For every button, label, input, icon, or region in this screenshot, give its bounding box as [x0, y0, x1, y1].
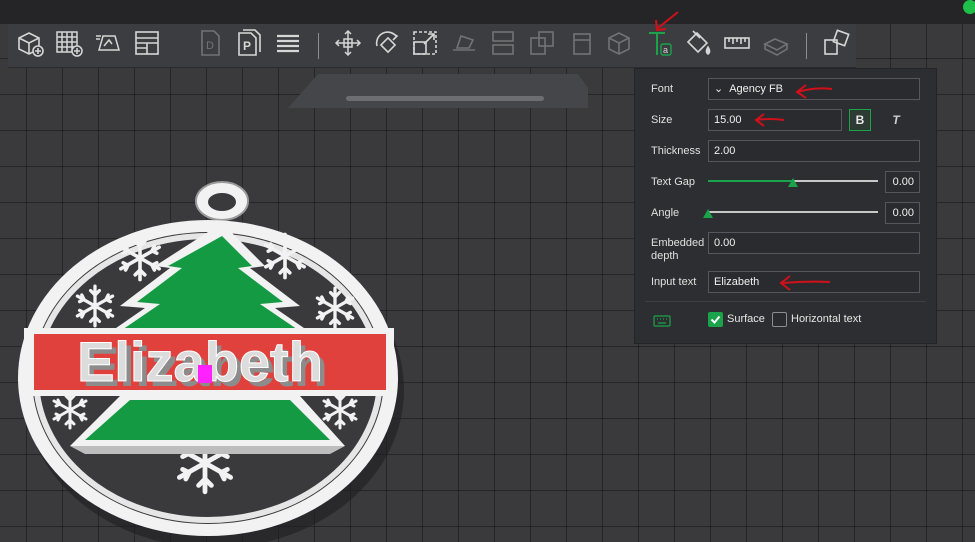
model-file-icon: D [195, 28, 225, 63]
support-paint-button[interactable] [563, 27, 600, 65]
panel-divider [645, 301, 926, 302]
rotate-icon [372, 28, 402, 63]
main-toolbar: D P a [8, 24, 856, 68]
font-value: Agency FB [729, 83, 784, 95]
add-grid-icon [54, 28, 84, 63]
measure-icon [722, 28, 752, 63]
support-paint-icon [566, 28, 596, 63]
assembly-view-button[interactable] [817, 27, 854, 65]
text-gap-slider[interactable] [708, 172, 878, 192]
input-text-label: Input text [651, 276, 697, 288]
angle-label: Angle [651, 207, 680, 219]
add-cube-button[interactable] [12, 27, 49, 65]
checkmark-icon [710, 315, 721, 324]
split-button[interactable] [485, 27, 522, 65]
thickness-value: 2.00 [714, 145, 736, 157]
lay-on-face-icon [449, 28, 479, 63]
text-gap-input[interactable]: 0.00 [885, 171, 920, 193]
text-properties-panel: Font ⌄ Agency FB Size 15.00 B T Thickness… [634, 68, 937, 344]
auto-arrange-button[interactable] [90, 27, 127, 65]
size-input[interactable]: 15.00 [708, 109, 842, 131]
thickness-label: Thickness [651, 145, 701, 157]
rotate-button[interactable] [368, 27, 405, 65]
move-icon [333, 28, 363, 63]
embedded-depth-label-line2: depth [651, 250, 679, 262]
list-menu-button[interactable] [269, 27, 306, 65]
toolbar-divider [806, 32, 808, 59]
angle-slider[interactable] [703, 203, 878, 223]
angle-value: 0.00 [892, 207, 914, 219]
assembly-view-icon [821, 28, 851, 63]
project-file-button[interactable]: P [230, 27, 267, 65]
cut-button[interactable] [524, 27, 561, 65]
embedded-depth-label-line1: Embedded [651, 237, 705, 249]
horizontal-text-checkbox[interactable] [772, 312, 787, 327]
size-value: 15.00 [714, 114, 742, 126]
move-button[interactable] [329, 27, 366, 65]
italic-button[interactable]: T [885, 109, 907, 131]
add-grid-button[interactable] [51, 27, 88, 65]
keyboard-icon[interactable] [653, 315, 671, 330]
assembly-icon [761, 28, 791, 63]
toolbar-divider [178, 33, 182, 59]
assembly-button[interactable] [757, 27, 794, 65]
svg-text:a: a [663, 45, 668, 55]
bold-button[interactable]: B [849, 109, 871, 131]
embedded-depth-input[interactable]: 0.00 [708, 232, 920, 254]
split-icon [488, 28, 518, 63]
plate-layout-button[interactable] [129, 27, 166, 65]
color-paint-icon [683, 28, 713, 63]
build-plate-tab [288, 74, 588, 108]
seam-paint-button[interactable] [602, 27, 639, 65]
thickness-input[interactable]: 2.00 [708, 140, 920, 162]
size-label: Size [651, 114, 673, 126]
surface-label: Surface [727, 313, 765, 325]
text-gap-slider-thumb[interactable] [788, 178, 798, 187]
font-select[interactable]: ⌄ Agency FB [708, 78, 920, 100]
auto-arrange-icon [93, 28, 123, 63]
model-file-button[interactable]: D [192, 27, 229, 65]
scale-icon [410, 28, 440, 63]
seam-paint-icon [605, 28, 635, 63]
surface-checkbox[interactable] [708, 312, 723, 327]
text-tool-button[interactable]: a [640, 27, 677, 65]
title-strip [0, 0, 975, 24]
text-gap-label: Text Gap [651, 176, 696, 188]
measure-button[interactable] [718, 27, 755, 65]
scale-button[interactable] [407, 27, 444, 65]
angle-slider-thumb[interactable] [703, 209, 713, 218]
svg-text:P: P [243, 39, 251, 53]
ornament-model[interactable]: Elizabeth Elizabeth [0, 178, 410, 542]
plate-layout-icon [132, 28, 162, 63]
cut-icon [527, 28, 557, 63]
ornament-text: Elizabeth [77, 330, 323, 393]
svg-text:D: D [206, 40, 214, 52]
text-cursor-marker [198, 365, 212, 383]
status-indicator [963, 0, 975, 14]
color-paint-button[interactable] [679, 27, 716, 65]
text-gap-value: 0.00 [892, 176, 914, 188]
add-cube-icon [15, 28, 45, 63]
input-text-field[interactable]: Elizabeth [708, 271, 920, 293]
lay-on-face-button[interactable] [446, 27, 483, 65]
list-menu-icon [273, 28, 303, 63]
font-label: Font [651, 83, 674, 95]
input-text-value: Elizabeth [714, 276, 760, 288]
text-tool-icon: a [644, 28, 674, 63]
project-file-icon: P [234, 28, 264, 63]
embedded-depth-value: 0.00 [714, 237, 736, 249]
chevron-down-icon: ⌄ [714, 83, 724, 95]
angle-input[interactable]: 0.00 [885, 202, 920, 224]
toolbar-divider [318, 32, 320, 59]
horizontal-text-label: Horizontal text [791, 313, 862, 325]
